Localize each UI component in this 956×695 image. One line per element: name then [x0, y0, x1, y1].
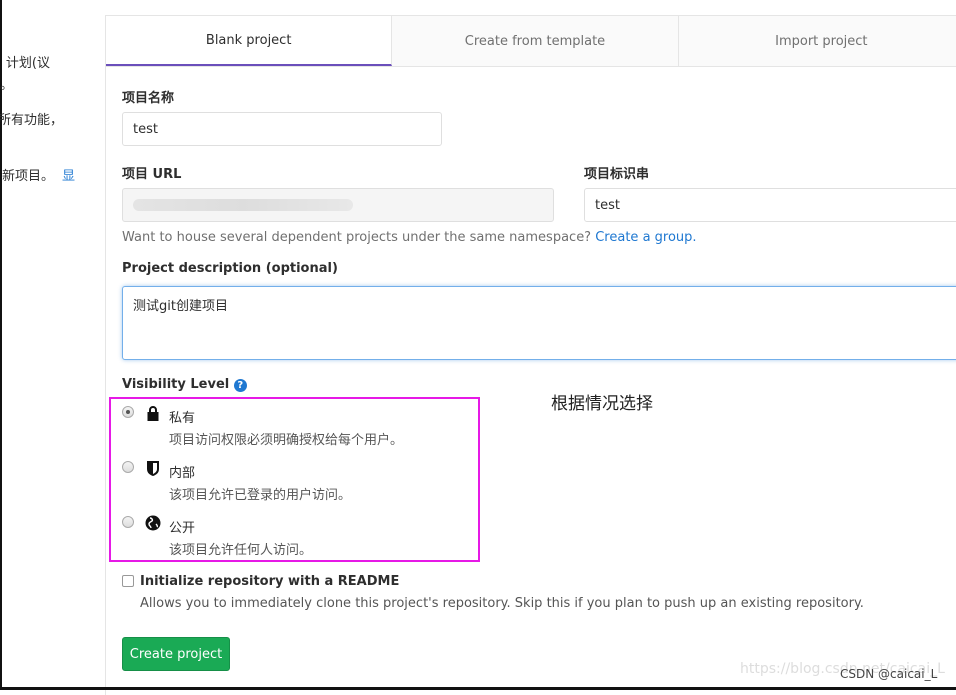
description-textarea[interactable]: 测试git创建项目 — [122, 286, 956, 360]
create-group-link[interactable]: Create a group. — [595, 230, 696, 245]
private-title: 私有 — [169, 411, 196, 426]
tab-bar: Blank project Create from template Impor… — [106, 15, 956, 67]
blurred-url — [133, 199, 353, 211]
project-slug-label: 项目标识串 — [584, 167, 650, 182]
internal-title: 内部 — [169, 466, 196, 481]
tab-import-project[interactable]: Import project — [678, 16, 956, 66]
readme-help: Allows you to immediately clone this pro… — [140, 596, 864, 611]
sidebar-fragment: 新项目。 — [1, 169, 54, 184]
description-label: Project description (optional) — [122, 261, 338, 276]
namespace-help: Want to house several dependent projects… — [122, 230, 592, 245]
radio-public[interactable] — [122, 516, 134, 528]
project-name-input[interactable]: test — [122, 112, 442, 146]
sidebar-link[interactable]: 显 — [62, 169, 75, 184]
shield-icon — [147, 461, 159, 476]
radio-private[interactable] — [122, 406, 134, 418]
credit-text: CSDN @caicai_L — [840, 667, 938, 681]
annotation-text: 根据情况选择 — [551, 394, 653, 414]
public-title: 公开 — [169, 521, 196, 536]
tab-blank-project[interactable]: Blank project — [106, 16, 393, 66]
lock-icon — [147, 406, 159, 421]
project-url-label: 项目 URL — [122, 167, 182, 182]
tab-create-from-template[interactable]: Create from template — [392, 16, 679, 66]
radio-internal[interactable] — [122, 461, 134, 473]
help-icon[interactable]: ? — [233, 379, 247, 392]
sidebar-fragment: 能。 — [0, 78, 13, 93]
visibility-label: Visibility Level — [122, 377, 230, 392]
readme-label[interactable]: Initialize repository with a README — [140, 574, 399, 589]
highlight-box — [109, 397, 480, 562]
readme-checkbox[interactable] — [122, 575, 134, 587]
internal-desc: 该项目允许已登录的用户访问。 — [169, 488, 352, 503]
create-project-button[interactable]: Create project — [122, 637, 230, 671]
globe-icon — [145, 515, 161, 531]
private-desc: 项目访问权限必须明确授权给每个用户。 — [169, 433, 404, 448]
project-name-label: 项目名称 — [122, 91, 175, 106]
sidebar-fragment: 计划(议 — [5, 56, 50, 71]
sidebar-fragment: 所有功能， — [0, 113, 63, 128]
sidebar-text: 计划(议 能。 所有功能， 新项目。显 — [0, 0, 105, 690]
public-desc: 该项目允许任何人访问。 — [169, 543, 313, 558]
project-slug-input[interactable]: test — [584, 188, 956, 222]
project-url-input[interactable] — [122, 188, 554, 222]
